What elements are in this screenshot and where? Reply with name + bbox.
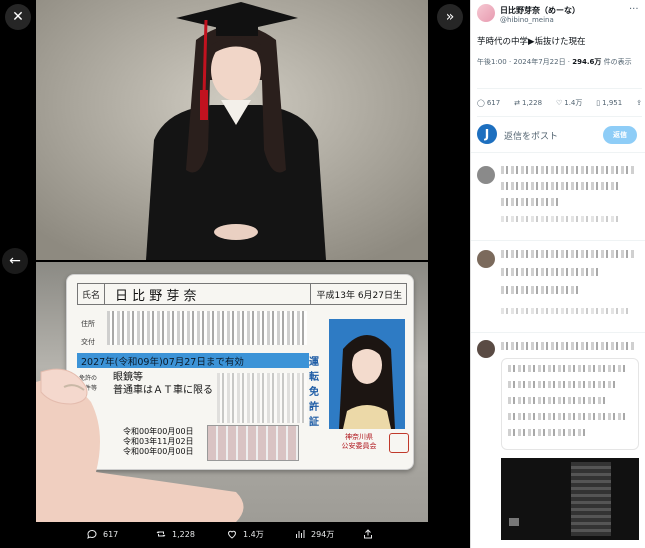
tweet-likes[interactable]: ♡ 1.4万 [556,98,582,108]
viewer-likes[interactable]: 1.4万 [226,528,264,540]
license-side-text: 運転免許証 [309,357,319,428]
viewer-views-count: 294万 [311,529,335,539]
redacted-content [501,250,636,258]
double-chevron-right-icon: » [445,9,455,25]
reply-button-label: 返信 [613,131,627,139]
redacted-content [501,198,561,206]
tweet-reposts[interactable]: ⇄ 1,228 [514,99,542,107]
tweet-replies[interactable]: ◯ 617 [477,99,500,107]
divider [471,240,645,241]
close-button[interactable]: ✕ [5,4,31,30]
redacted-content [501,166,636,174]
reply-icon: ◯ [477,99,485,107]
tweet-views-suffix: 件の表示 [601,58,632,66]
bookmark-icon: ▯ [596,99,601,107]
heart-icon [227,530,237,539]
graduation-illustration [36,0,428,260]
tweet-replies-count: 617 [486,99,501,107]
redacted-content [501,308,631,314]
avatar [477,250,495,268]
views-icon [296,530,305,538]
repost-icon [156,531,166,537]
tweet-text: 芋時代の中学▶垢抜けた現在 [477,37,586,47]
divider [477,88,642,89]
collapse-panel-button[interactable]: » [437,4,463,30]
viewer-share[interactable] [362,528,374,540]
close-icon: ✕ [12,9,24,25]
reply-icon [87,529,97,539]
address-label: 住所 [81,320,95,328]
divider [471,152,645,153]
tweet-bookmarks-count: 1,951 [602,99,623,107]
divider [477,116,642,117]
heart-icon: ♡ [555,99,563,107]
reply-avatar-letter: J [484,127,490,141]
redacted-content [501,182,621,190]
redacted-content [501,216,621,222]
tweet-meta: 午後1:00 · 2024年7月22日 · 294.6万 件の表示 [477,57,637,68]
viewer-reposts-count: 1,228 [172,529,195,539]
tweet-reposts-count: 1,228 [522,99,543,107]
quote-card [501,358,639,450]
license-portrait [329,319,405,429]
reply-input[interactable]: 返信をポスト [504,129,558,142]
address-redaction [107,311,307,345]
name-label: 氏名 [78,284,106,304]
reply-button[interactable]: 返信 [603,126,637,144]
license-name: 日 比 野 芽 奈 [115,288,197,304]
graduation-photo[interactable] [36,0,428,260]
share-icon [364,529,372,539]
redacted-content [508,429,588,436]
tweet-likes-count: 1.4万 [564,99,583,107]
seal-stamp [389,433,409,453]
license-birth: 平成13年 6月27日生 [309,284,407,304]
avatar [477,166,495,184]
reply-avatar: J [477,124,497,144]
viewer-likes-count: 1.4万 [243,529,264,539]
author-display-name[interactable]: 日比野芽奈（めーな） [500,5,580,16]
prev-image-button[interactable]: ← [2,248,28,274]
tweet-time[interactable]: 午後1:00 · 2024年7月22日 · [477,58,572,66]
redacted-content [508,365,628,372]
author-avatar[interactable] [477,4,495,22]
tweet-views-count: 294.6万 [572,58,602,66]
tweet-bookmarks[interactable]: ▯ 1,951 [596,99,622,107]
redacted-content [508,381,618,388]
media-viewer: ✕ ← » 氏名 日 比 野 芽 奈 平成13年 6月27日生 住所 交付 20… [0,0,470,548]
viewer-replies-count: 617 [103,529,119,539]
share-icon[interactable]: ⇪ [636,99,642,107]
redacted-content [501,286,581,294]
license-issuer: 神奈川県 公安委員会 [341,433,377,450]
reply-item[interactable] [471,160,645,240]
redacted-content [508,413,628,420]
viewer-views[interactable]: 294万 [294,528,334,540]
divider [471,332,645,333]
tweet-panel: 日比野芽奈（めーな） @hibino_meina ··· 芋時代の中学▶垢抜けた… [470,0,645,548]
repost-icon: ⇄ [514,99,520,107]
reply-item[interactable] [471,246,645,330]
redacted-content [501,268,601,276]
redacted-content [501,342,636,350]
author-handle[interactable]: @hibino_meina [500,16,554,24]
tweet-stats: ◯ 617 ⇄ 1,228 ♡ 1.4万 ▯ 1,951 ⇪ [477,98,642,108]
redacted-content [508,397,608,404]
viewer-reposts[interactable]: 1,228 [155,528,195,540]
avatar [477,340,495,358]
arrow-left-icon: ← [9,253,21,269]
reply-item[interactable] [471,336,645,548]
viewer-replies[interactable]: 617 [86,528,118,540]
license-photo[interactable]: 氏名 日 比 野 芽 奈 平成13年 6月27日生 住所 交付 2027年(令和… [36,262,428,522]
attached-media[interactable] [501,458,639,540]
hand-illustration [36,368,244,522]
more-options-icon[interactable]: ··· [629,4,639,15]
